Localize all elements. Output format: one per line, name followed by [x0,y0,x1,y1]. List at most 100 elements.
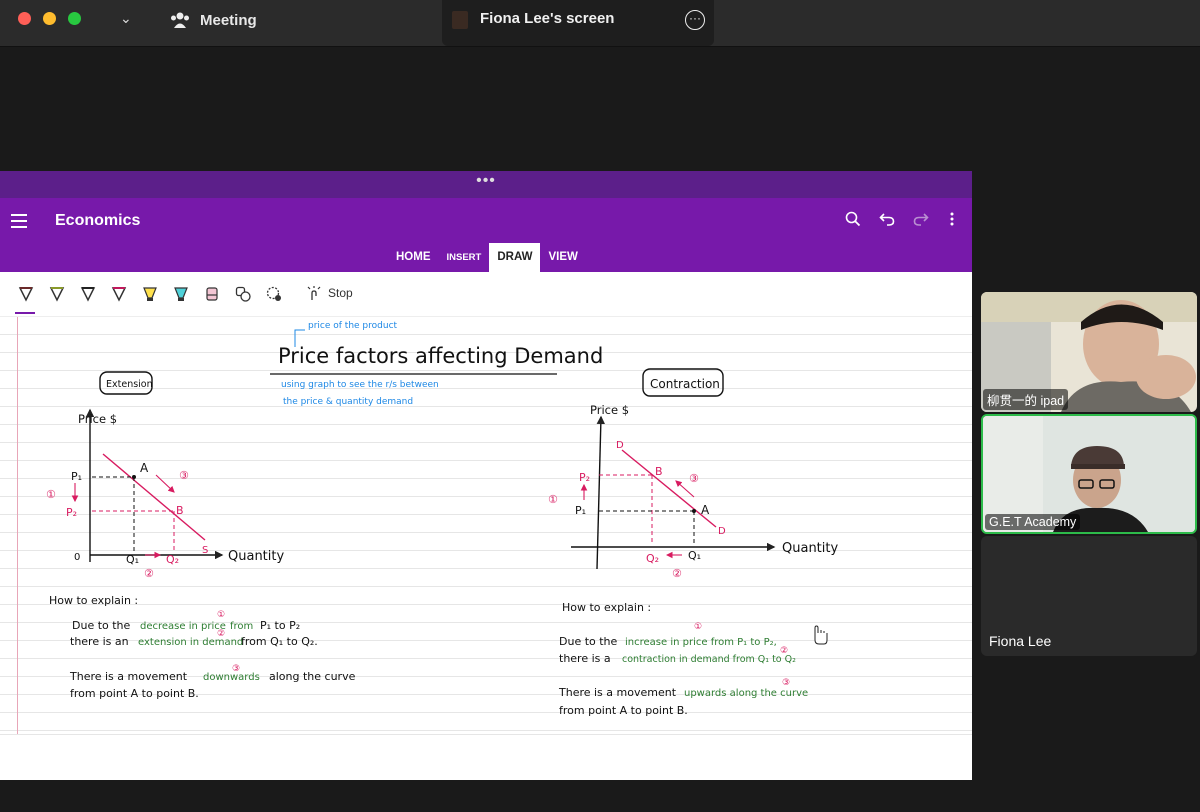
hand-pointer-icon [814,625,828,645]
right-line1-highlight: increase in price from P₁ to P₂, [625,637,777,648]
left-step1-marker: ① [46,488,56,501]
right-inline-step1: ① [694,622,702,632]
right-how-title: How to explain : [562,601,651,614]
note-title: Price factors affecting Demand [278,344,603,368]
right-line4: from point A to point B. [559,704,688,717]
participant-name: G.E.T Academy [985,514,1081,530]
shared-notebook-window: ••• Economics HOME INSERT DRAW VIEW Stop… [0,171,972,780]
participant-name: 柳贯一的 ipad [983,389,1069,410]
right-line2-highlight: contraction in demand from Q₁ to Q₂ [622,654,796,665]
left-line1-highlight: decrease in price [140,621,226,632]
right-price-axis-label: Price $ [590,403,629,417]
left-inline-step2: ② [217,629,225,639]
right-line3-start: There is a movement [558,686,677,699]
left-p1-label: P₁ [71,470,82,483]
ribbon-tabs: HOME INSERT DRAW VIEW [388,243,586,272]
participant-tile-get-academy[interactable]: G.E.T Academy [981,414,1197,534]
highlighter-icon[interactable] [142,286,158,302]
shared-app-icon [452,11,468,29]
left-inline-step3: ③ [232,664,240,674]
right-p1-label: P₁ [575,504,586,517]
left-line4: from point A to point B. [70,687,199,700]
right-curve-label-top: D [616,440,624,451]
app-header: Economics HOME INSERT DRAW VIEW [0,198,972,272]
right-inline-step2: ② [780,646,788,656]
left-line3-start: There is a movement [69,670,188,683]
minimize-window-button[interactable] [43,12,56,25]
right-point-b: B [655,465,663,478]
share-title: Fiona Lee's screen [480,10,615,27]
right-q2-label: Q₂ [646,552,659,565]
pen-tool-icon[interactable] [18,286,34,302]
eraser-icon[interactable] [204,286,220,302]
highlighter-icon[interactable] [173,286,189,302]
more-vertical-icon[interactable] [947,211,957,227]
window-title-bar: ⌄ Meeting Fiona Lee's screen ··· [0,0,1200,47]
right-line3-highlight: upwards along the curve [684,688,808,699]
search-icon[interactable] [845,211,861,227]
left-line1-from: from [230,621,253,632]
left-line2-start: there is an [70,635,129,648]
left-quantity-axis-label: Quantity [228,549,284,564]
redo-icon[interactable] [913,211,929,227]
left-p2-label: P₂ [66,506,77,519]
handwritten-notes: Price factors affecting Demand price of … [46,321,838,717]
touch-draw-icon [307,286,321,300]
participants-icon [171,12,189,28]
left-point-a: A [140,461,149,475]
active-tool-indicator [15,312,35,314]
left-step3-marker: ③ [179,469,189,482]
menu-icon[interactable] [11,214,27,232]
left-q2-label: Q₂ [166,553,179,566]
left-line1-end: P₁ to P₂ [260,619,300,632]
left-line2-end: from Q₁ to Q₂. [241,635,318,648]
draw-toolbar: Stop [0,272,972,317]
chevron-down-icon[interactable]: ⌄ [120,10,132,27]
left-origin-label: 0 [74,552,80,563]
zoom-window-button[interactable] [68,12,81,25]
right-p2-label: P₂ [579,471,590,484]
left-how-title: How to explain : [49,594,138,607]
participant-tile-ipad[interactable]: 柳贯一的 ipad [981,292,1197,412]
stop-label: Stop [328,286,353,300]
meeting-menu[interactable]: Meeting [170,10,257,30]
page-bottom-area [0,734,972,780]
undo-icon[interactable] [879,211,895,227]
left-line3-end: along the curve [269,670,356,683]
participant-tile-fiona[interactable]: Fiona Lee [981,536,1197,656]
left-line1-start: Due to the [72,619,131,632]
right-step3-marker: ③ [689,472,699,485]
left-point-b: B [176,504,184,517]
right-line1-start: Due to the [559,635,618,648]
right-step1-marker: ① [548,493,558,506]
annotation-price: price of the product [308,321,398,331]
left-curve-label: S [202,545,208,556]
tab-insert[interactable]: INSERT [439,243,490,272]
annotation-line1: using graph to see the r/s between [281,380,439,390]
right-inline-step3: ③ [782,678,790,688]
meeting-label: Meeting [200,11,257,29]
stop-button[interactable]: Stop [306,285,353,301]
left-inline-step1: ① [217,610,225,620]
notebook-title: Economics [55,212,141,229]
more-options-icon[interactable]: ··· [685,10,705,30]
pen-tool-icon[interactable] [80,286,96,302]
screen-share-tab[interactable]: Fiona Lee's screen ··· [442,0,714,46]
left-step2-marker: ② [144,567,154,580]
tab-draw[interactable]: DRAW [489,243,541,272]
right-q1-label: Q₁ [688,549,701,562]
tab-home[interactable]: HOME [388,243,439,272]
right-point-a: A [701,503,710,517]
lasso-select-icon[interactable] [266,286,282,302]
window-grip-handle[interactable]: ••• [0,171,972,198]
left-q1-label: Q₁ [126,553,139,566]
close-window-button[interactable] [18,12,31,25]
pen-tool-icon[interactable] [111,286,127,302]
right-curve-label-bottom: D [718,526,726,537]
contraction-label: Contraction [650,377,720,391]
note-page[interactable]: Price factors affecting Demand price of … [0,317,972,734]
tab-view[interactable]: VIEW [540,243,585,272]
shapes-icon[interactable] [235,286,251,302]
pen-tool-icon[interactable] [49,286,65,302]
right-line2-start: there is a [559,652,611,665]
